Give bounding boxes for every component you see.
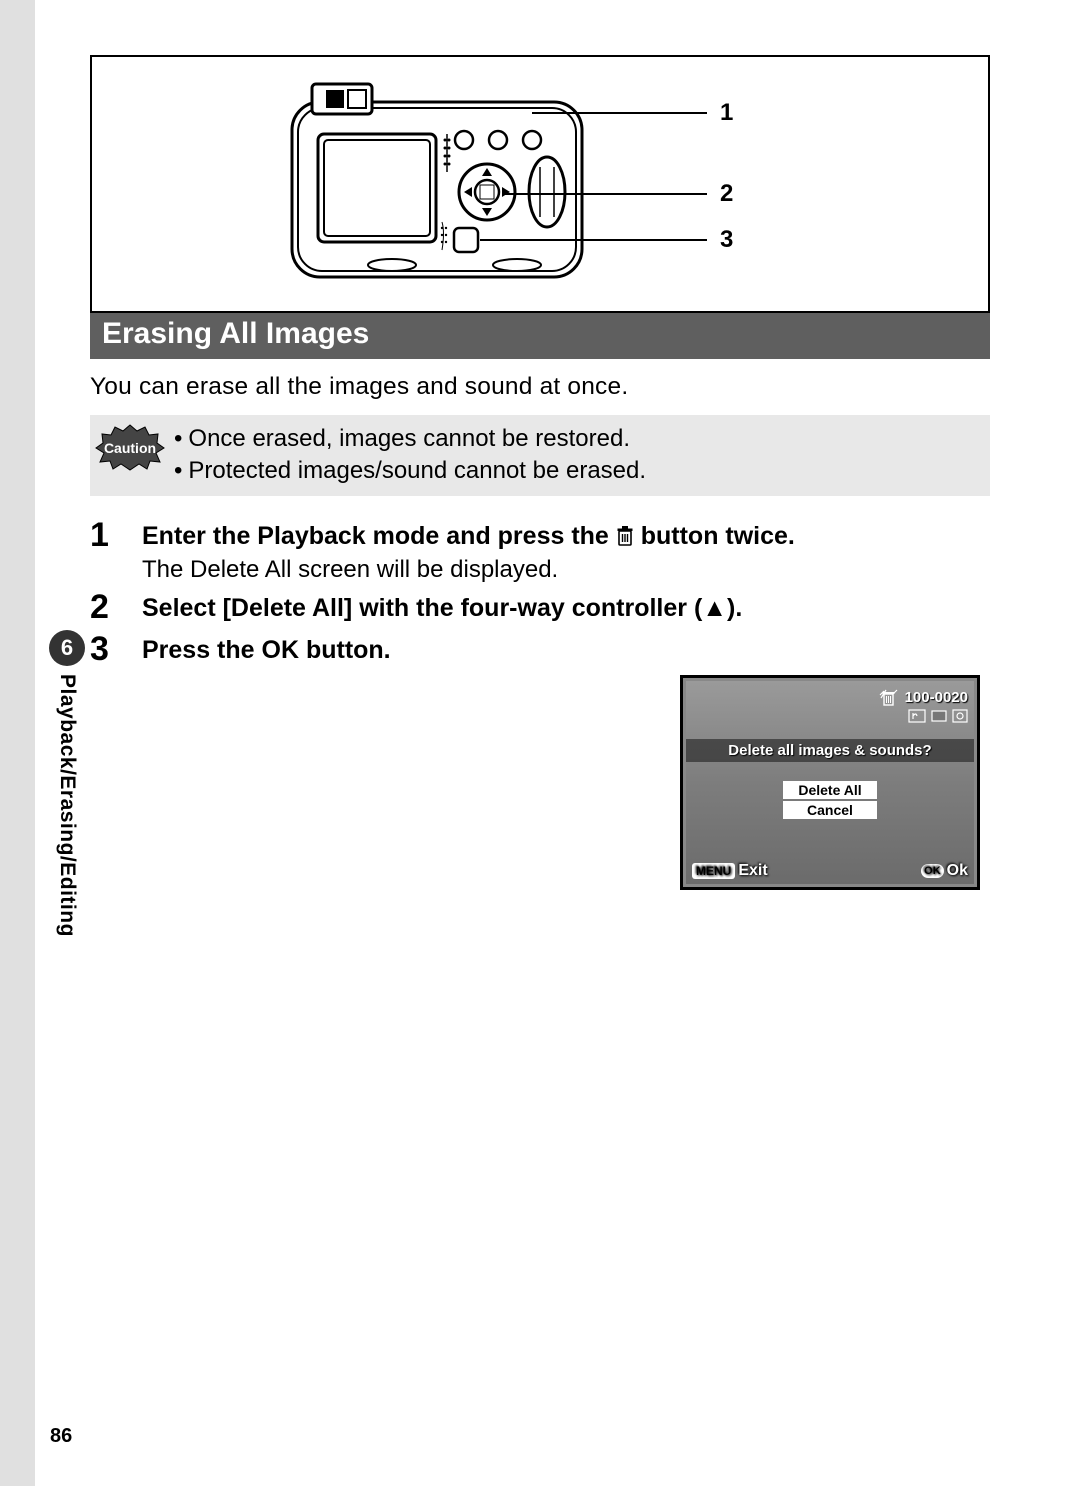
step-2: 2 Select [Delete All] with the four-way … bbox=[90, 590, 990, 626]
intro-text: You can erase all the images and sound a… bbox=[90, 373, 990, 401]
lcd-ok: OK Ok bbox=[921, 862, 968, 880]
side-tab bbox=[0, 0, 35, 1486]
step-title: Press the OK button. bbox=[142, 634, 990, 667]
callout-1: 1 bbox=[720, 99, 733, 127]
memory-icon bbox=[952, 709, 968, 723]
ok-badge: OK bbox=[921, 864, 944, 878]
trash-stack-icon bbox=[879, 687, 899, 707]
step-title: Select [Delete All] with the four-way co… bbox=[142, 592, 990, 625]
step-number: 2 bbox=[90, 590, 142, 626]
lcd-preview: 100-0020 Delete all images & sounds? Del… bbox=[680, 675, 980, 890]
chapter-marker: 6 Playback/Erasing/Editing bbox=[42, 630, 92, 937]
step-list: 1 Enter the Playback mode and press the … bbox=[90, 518, 990, 668]
step-number: 3 bbox=[90, 632, 142, 668]
exit-label: Exit bbox=[738, 862, 767, 880]
lcd-menu-exit: MENU Exit bbox=[692, 862, 768, 880]
file-number: 100-0020 bbox=[905, 689, 968, 706]
chapter-number: 6 bbox=[49, 630, 85, 666]
caution-list: •Once erased, images cannot be restored.… bbox=[170, 423, 646, 488]
step-1: 1 Enter the Playback mode and press the … bbox=[90, 518, 990, 585]
step-number: 1 bbox=[90, 518, 142, 585]
lcd-option-cancel: Cancel bbox=[783, 801, 877, 819]
lcd-option-delete-all: Delete All bbox=[783, 781, 877, 799]
svg-text:Caution: Caution bbox=[104, 440, 156, 456]
step-3: 3 Press the OK button. bbox=[90, 632, 990, 668]
menu-badge: MENU bbox=[692, 863, 735, 879]
chapter-label: Playback/Erasing/Editing bbox=[55, 674, 79, 937]
lcd-question: Delete all images & sounds? bbox=[686, 739, 974, 762]
step-title: Enter the Playback mode and press the bu… bbox=[142, 520, 990, 553]
caution-icon: Caution bbox=[90, 423, 170, 471]
sound-icon bbox=[908, 709, 926, 723]
callout-3: 3 bbox=[720, 226, 733, 254]
caution-item: •Once erased, images cannot be restored. bbox=[174, 423, 646, 455]
page-number: 86 bbox=[50, 1425, 72, 1448]
callout-2: 2 bbox=[720, 180, 733, 208]
camera-illustration bbox=[282, 72, 592, 297]
trash-icon bbox=[616, 525, 634, 547]
up-triangle-icon: ▲ bbox=[702, 594, 727, 622]
ok-label: Ok bbox=[947, 862, 968, 880]
page-content: 1 2 3 Erasing All Images You can erase a… bbox=[90, 55, 990, 674]
section-heading: Erasing All Images bbox=[90, 311, 990, 359]
camera-diagram: 1 2 3 bbox=[90, 55, 990, 313]
caution-item: •Protected images/sound cannot be erased… bbox=[174, 455, 646, 487]
caution-block: Caution •Once erased, images cannot be r… bbox=[90, 415, 990, 496]
step-desc: The Delete All screen will be displayed. bbox=[142, 556, 990, 584]
card-icon bbox=[930, 709, 948, 723]
